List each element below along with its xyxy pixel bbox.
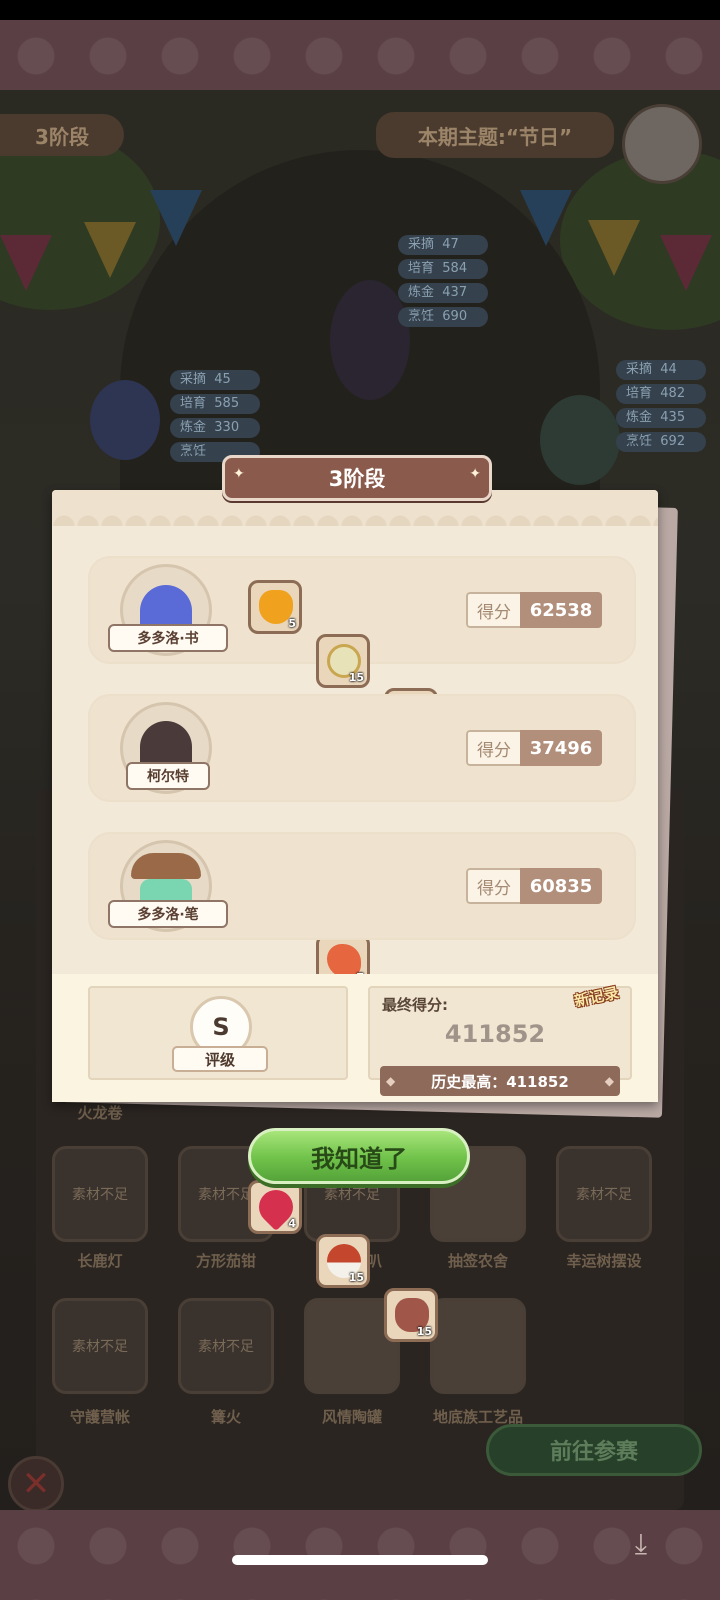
character-name-tag: 多多洛·笔: [108, 900, 228, 928]
character-name-tag: 多多洛·书: [108, 624, 228, 652]
recipe-tile[interactable]: 素材不足: [556, 1146, 652, 1242]
modal-title: ✦ 3阶段 ✦: [222, 455, 492, 501]
final-score-value: 411852: [444, 1020, 546, 1048]
recipe-tile[interactable]: 素材不足: [52, 1298, 148, 1394]
recipe-label: 长鹿灯: [77, 1252, 123, 1270]
character-name-tag: 柯尔特: [126, 762, 210, 790]
bunting-flag: [150, 190, 202, 246]
status-text: 素材不足: [198, 1187, 254, 1203]
status-text: 素材不足: [576, 1187, 632, 1203]
status-text: 素材不足: [324, 1187, 380, 1203]
modal-title-text: 3阶段: [328, 467, 386, 491]
recipe-tile[interactable]: [430, 1298, 526, 1394]
sparkle-icon: ✦: [469, 466, 481, 482]
ingredient-slot[interactable]: 15: [316, 634, 370, 688]
character-stats: 采摘 47 培育 584 炼金 437 烹饪 690: [398, 235, 488, 331]
status-text: 素材不足: [198, 1339, 254, 1355]
recipe-label: 守護营帐: [69, 1408, 130, 1426]
confirm-button[interactable]: 我知道了: [248, 1128, 470, 1184]
stat-row: 炼金 437: [398, 283, 488, 303]
diamond-icon: ◆: [604, 1074, 614, 1088]
character-stats: 采摘 44 培育 482 炼金 435 烹饪 692: [616, 360, 706, 456]
sparkle-icon: ✦: [233, 466, 245, 482]
judge-avatar[interactable]: [622, 104, 702, 184]
ingredient-qty: 4: [288, 1217, 296, 1230]
score-value: 62538: [520, 592, 602, 628]
ingredient-qty: 15: [416, 1325, 432, 1338]
stat-row: 采摘 44: [616, 360, 706, 380]
go-compete-button[interactable]: 前往参赛: [486, 1424, 702, 1476]
score-value: 60835: [520, 868, 602, 904]
ingredient-qty: 15: [348, 1271, 364, 1284]
bunting-flag: [520, 190, 572, 246]
recipe-label: 幸运树摆设: [566, 1252, 642, 1270]
score-label: 得分: [466, 592, 520, 628]
ingredient-slot[interactable]: 4: [248, 1180, 302, 1234]
score-display: 得分 60835: [466, 868, 602, 904]
stat-row: 采摘 45: [170, 370, 260, 390]
ingredient-slot[interactable]: 15: [316, 1234, 370, 1288]
score-display: 得分 37496: [466, 730, 602, 766]
score-display: 得分 62538: [466, 592, 602, 628]
history-best-text: 历史最高：411852: [431, 1072, 569, 1091]
stat-row: 炼金 330: [170, 418, 260, 438]
history-best: ◆ 历史最高：411852 ◆: [380, 1066, 620, 1096]
stat-row: 培育 482: [616, 384, 706, 404]
recipe-label: 抽签农舍: [447, 1252, 508, 1270]
bunting-flag: [588, 220, 640, 276]
character-sprite[interactable]: [540, 395, 620, 485]
ingredient-slot[interactable]: 5: [248, 580, 302, 634]
status-text: 素材不足: [72, 1339, 128, 1355]
stage-label: 3阶段: [0, 114, 124, 156]
stat-row: 烹饪 692: [616, 432, 706, 452]
bunting-flag: [660, 235, 712, 291]
stat-row: 培育 584: [398, 259, 488, 279]
recipe-tile[interactable]: 素材不足: [178, 1298, 274, 1394]
stat-row: 烹饪 690: [398, 307, 488, 327]
character-sprite[interactable]: [90, 380, 160, 460]
final-score-label: 最终得分:: [382, 996, 448, 1014]
score-label: 得分: [466, 730, 520, 766]
diamond-icon: ◆: [386, 1074, 396, 1088]
stat-row: 炼金 435: [616, 408, 706, 428]
recipe-label: 火龙卷: [77, 1104, 123, 1122]
recipe-label: 风情陶罐: [321, 1408, 382, 1426]
status-text: 素材不足: [72, 1187, 128, 1203]
bunting-flag: [0, 235, 52, 291]
theme-label: 本期主题:“节日”: [376, 112, 614, 158]
score-value: 37496: [520, 730, 602, 766]
download-icon[interactable]: ⤓: [624, 1528, 658, 1560]
stat-row: 采摘 47: [398, 235, 488, 255]
bunting-flag: [84, 222, 136, 278]
stat-row: 培育 585: [170, 394, 260, 414]
ingredient-qty: 15: [348, 671, 364, 684]
recipe-label: 方形茄钳: [195, 1252, 256, 1270]
home-indicator[interactable]: [232, 1555, 488, 1565]
ingredient-slot[interactable]: 15: [384, 1288, 438, 1342]
recipe-label: 篝火: [210, 1408, 241, 1426]
grade-label: 评级: [172, 1046, 268, 1072]
recipe-tile[interactable]: 素材不足: [52, 1146, 148, 1242]
close-icon: ✕: [21, 1464, 51, 1504]
score-label: 得分: [466, 868, 520, 904]
status-bar: [0, 0, 720, 20]
character-stats: 采摘 45 培育 585 炼金 330 烹饪: [170, 370, 260, 466]
ingredient-qty: 5: [288, 617, 296, 630]
top-pattern-bar: [0, 20, 720, 90]
close-button[interactable]: ✕: [8, 1456, 64, 1510]
